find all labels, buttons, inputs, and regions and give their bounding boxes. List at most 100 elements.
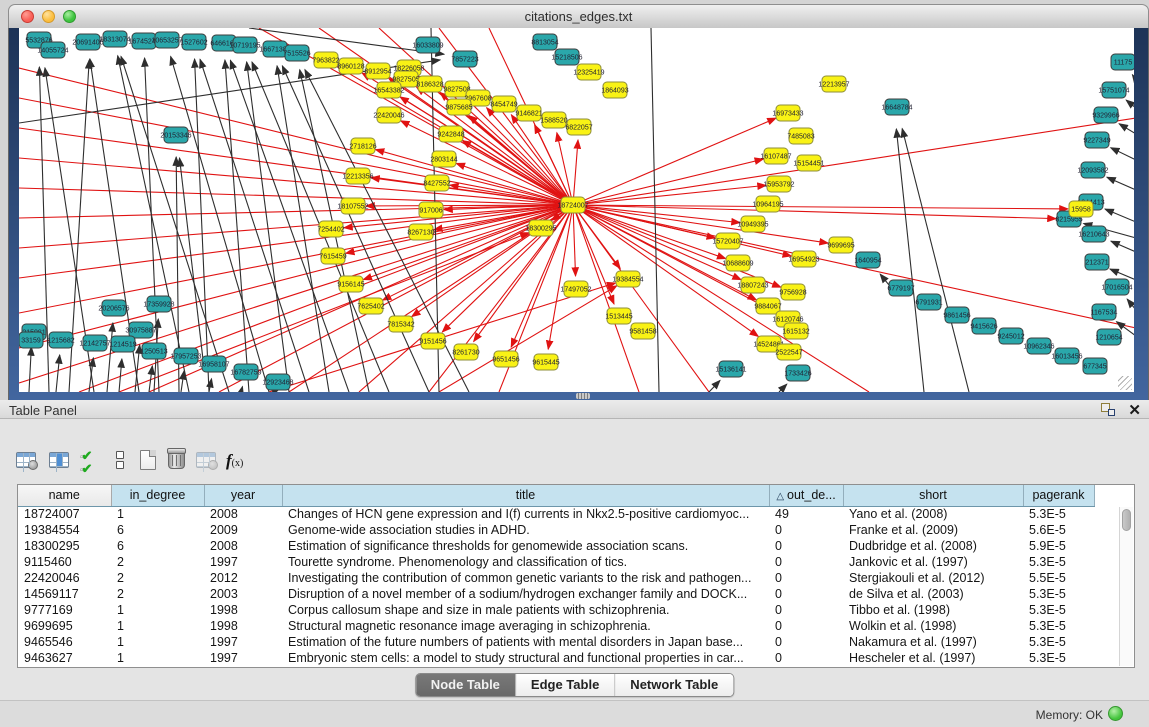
- graph-node-15751074[interactable]: 15751074: [1098, 82, 1129, 98]
- citation-edge-black[interactable]: [225, 60, 249, 392]
- citation-edge-black[interactable]: [902, 129, 969, 392]
- graph-node-1733426[interactable]: 1733426: [784, 365, 811, 381]
- graph-node-20153346[interactable]: 20153346: [160, 127, 191, 143]
- graph-node-8813054[interactable]: 8813054: [531, 34, 558, 50]
- graph-node-2718126[interactable]: 2718126: [349, 138, 376, 154]
- graph-node-9651456[interactable]: 9651456: [492, 351, 519, 367]
- graph-node-9156145[interactable]: 9156145: [337, 276, 364, 292]
- graph-node-15958[interactable]: 15958: [1069, 201, 1093, 217]
- table-row[interactable]: 969969511998Structural magnetic resonanc…: [18, 618, 1122, 634]
- citation-edge-black[interactable]: [1111, 148, 1134, 160]
- graph-node-12325419[interactable]: 12325419: [573, 64, 604, 80]
- citation-edge-black[interactable]: [779, 384, 787, 392]
- graph-node-8261730[interactable]: 8261730: [452, 344, 479, 360]
- graph-node-14055724[interactable]: 14055724: [37, 42, 68, 58]
- citation-edge-red[interactable]: [19, 205, 573, 383]
- citation-edge-black[interactable]: [896, 129, 924, 392]
- tab-edge-table[interactable]: Edge Table: [516, 674, 615, 696]
- graph-node-10719195[interactable]: 10719195: [229, 37, 260, 53]
- graph-node-18807243[interactable]: 18807243: [737, 277, 768, 293]
- graph-node-9242848[interactable]: 9242848: [437, 126, 464, 142]
- graph-node-10964195[interactable]: 10964195: [752, 196, 783, 212]
- citation-edge-red[interactable]: [573, 159, 763, 205]
- create-table-icon[interactable]: [136, 448, 160, 472]
- graph-node-1588520[interactable]: 1588520: [540, 112, 567, 128]
- table-row[interactable]: 1938455462009Genome-wide association stu…: [18, 522, 1122, 538]
- graph-node-8267130[interactable]: 8267130: [407, 224, 434, 240]
- citation-edge-black[interactable]: [1132, 75, 1134, 80]
- graph-node-15953792[interactable]: 15953792: [763, 176, 794, 192]
- graph-node-15136141[interactable]: 15136141: [715, 361, 746, 377]
- table-row[interactable]: 946554611997Estimation of the future num…: [18, 634, 1122, 650]
- graph-node-9329966[interactable]: 9329966: [1092, 107, 1119, 123]
- graph-node-9699695[interactable]: 9699695: [827, 237, 854, 253]
- graph-node-7963822[interactable]: 7963822: [312, 52, 339, 68]
- canvas-resize-grip[interactable]: [1118, 376, 1132, 390]
- graph-node-9756928[interactable]: 9756928: [779, 284, 806, 300]
- graph-node-7485083[interactable]: 7485083: [787, 128, 814, 144]
- delete-entries-icon[interactable]: [165, 448, 189, 472]
- citation-edge-red[interactable]: [19, 98, 573, 205]
- graph-node-16958107[interactable]: 16958107: [198, 356, 229, 372]
- graph-node-2522547[interactable]: 2522547: [775, 344, 802, 360]
- citation-edge-red[interactable]: [573, 205, 576, 276]
- graph-node-9581458[interactable]: 9581458: [629, 323, 656, 339]
- scrollbar-thumb[interactable]: [1122, 509, 1131, 531]
- network-window-titlebar[interactable]: citations_edges.txt: [8, 4, 1149, 28]
- graph-node-17497052[interactable]: 17497052: [560, 281, 591, 297]
- table-settings-icon[interactable]: [14, 448, 38, 472]
- graph-node-1215682[interactable]: 1215682: [47, 332, 74, 348]
- graph-node-9245012[interactable]: 9245012: [997, 328, 1024, 344]
- graph-node-7625402[interactable]: 7625402: [357, 298, 384, 314]
- column-header-in_degree[interactable]: in_degree: [111, 485, 204, 506]
- graph-node-7515526[interactable]: 7515526: [283, 45, 310, 61]
- graph-node-19384554[interactable]: 19384554: [612, 271, 643, 287]
- graph-node-12213957[interactable]: 12213957: [818, 76, 849, 92]
- citation-edge-red[interactable]: [573, 185, 766, 205]
- graph-node-16543382[interactable]: 16543382: [373, 82, 404, 98]
- graph-node-212371[interactable]: 212371: [1085, 254, 1109, 270]
- graph-node-9146821[interactable]: 9146821: [515, 105, 542, 121]
- column-header-short[interactable]: short: [843, 485, 1023, 506]
- graph-node-1615132[interactable]: 1615132: [782, 323, 809, 339]
- graph-node-8960128[interactable]: 8960128: [337, 58, 364, 74]
- citation-edge-red[interactable]: [573, 118, 1134, 205]
- graph-node-1527602[interactable]: 1527602: [180, 34, 207, 50]
- table-row[interactable]: 2242004622012Investigating the contribut…: [18, 570, 1122, 586]
- graph-node-10688609[interactable]: 10688609: [722, 255, 753, 271]
- float-panel-icon[interactable]: [1101, 403, 1115, 416]
- citation-edge-black[interactable]: [29, 347, 31, 392]
- select-columns-icon[interactable]: [47, 448, 71, 472]
- row-options-icon[interactable]: [108, 448, 132, 472]
- tab-network-table[interactable]: Network Table: [615, 674, 733, 696]
- citation-edge-red[interactable]: [573, 205, 639, 392]
- graph-node-677345[interactable]: 677345: [1083, 358, 1107, 374]
- graph-node-2803144[interactable]: 2803144: [430, 151, 457, 167]
- citation-edge-black[interactable]: [107, 323, 113, 392]
- graph-node-16782759[interactable]: 16782759: [230, 364, 261, 380]
- memory-status-indicator[interactable]: [1108, 706, 1123, 721]
- graph-node-1167534[interactable]: 1167534: [1091, 304, 1118, 320]
- citation-edge-red[interactable]: [573, 118, 776, 205]
- table-row[interactable]: 1456911722003Disruption of a novel membe…: [18, 586, 1122, 602]
- graph-node-17359928[interactable]: 17359928: [143, 296, 174, 312]
- citation-edge-black[interactable]: [1111, 241, 1134, 252]
- graph-node-18724007[interactable]: 18724007: [557, 197, 588, 213]
- graph-node-22420046[interactable]: 22420046: [373, 107, 404, 123]
- graph-node-33159[interactable]: 33159: [19, 332, 43, 348]
- graph-node-10949395[interactable]: 10949395: [737, 216, 768, 232]
- citation-edge-black[interactable]: [247, 62, 289, 392]
- graph-node-11175[interactable]: 11175: [1111, 54, 1134, 70]
- graph-node-9151456[interactable]: 9151456: [419, 333, 446, 349]
- graph-node-9227349[interactable]: 9227349: [1083, 132, 1110, 148]
- network-graph[interactable]: 5532876140557242069140618313074167452411…: [19, 28, 1134, 392]
- graph-node-7857223[interactable]: 7857223: [451, 51, 478, 67]
- graph-node-9861456[interactable]: 9861456: [943, 307, 970, 323]
- graph-node-8454749[interactable]: 8454749: [490, 96, 517, 112]
- column-header-title[interactable]: title: [282, 485, 769, 506]
- column-header-year[interactable]: year: [204, 485, 282, 506]
- graph-node-18300295[interactable]: 18300295: [525, 220, 556, 236]
- graph-node-17016504[interactable]: 17016504: [1101, 279, 1132, 295]
- citation-edge-black[interactable]: [56, 355, 60, 392]
- graph-node-7254402[interactable]: 7254402: [317, 221, 344, 237]
